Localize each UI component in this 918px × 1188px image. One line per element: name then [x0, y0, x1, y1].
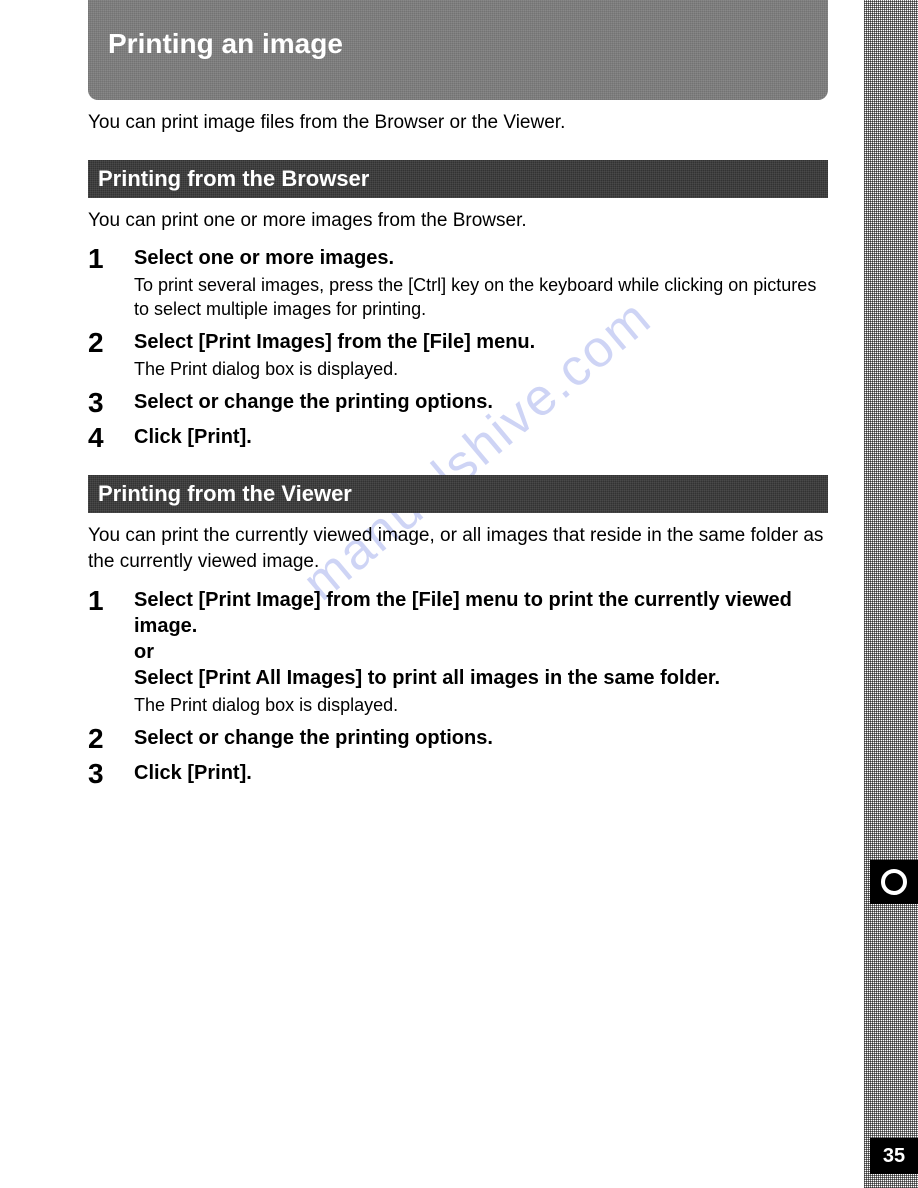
section-header: Printing from the Viewer: [88, 475, 828, 513]
step-number: 2: [88, 329, 134, 357]
step-title: Select or change the printing options.: [134, 725, 828, 751]
step-desc: To print several images, press the [Ctrl…: [134, 274, 828, 321]
section-viewer: Printing from the Viewer You can print t…: [88, 475, 828, 789]
step-title: Select one or more images.: [134, 245, 828, 271]
circle-icon: [881, 869, 907, 895]
step-number: 1: [88, 245, 134, 273]
main-title: Printing an image: [88, 0, 828, 100]
section-intro: You can print the currently viewed image…: [88, 523, 828, 574]
step-number: 1: [88, 587, 134, 615]
step-body: Click [Print].: [134, 760, 828, 789]
step-number: 4: [88, 424, 134, 452]
step-number: 2: [88, 725, 134, 753]
step-title: Select [Print Image] from the [File] men…: [134, 587, 828, 691]
step-body: Select [Print Image] from the [File] men…: [134, 587, 828, 719]
page-number: 35: [870, 1138, 918, 1174]
step: 4 Click [Print].: [88, 424, 828, 453]
side-strip: [864, 0, 918, 1188]
step: 3 Select or change the printing options.: [88, 389, 828, 418]
page-content: Printing an image You can print image fi…: [88, 0, 828, 811]
step: 1 Select [Print Image] from the [File] m…: [88, 587, 828, 719]
step-body: Select or change the printing options.: [134, 389, 828, 418]
step-title: Select or change the printing options.: [134, 389, 828, 415]
step-body: Select or change the printing options.: [134, 725, 828, 754]
intro-text: You can print image files from the Brows…: [88, 110, 828, 136]
step-body: Click [Print].: [134, 424, 828, 453]
step-number: 3: [88, 760, 134, 788]
side-tab-marker: [870, 860, 918, 904]
step: 2 Select or change the printing options.: [88, 725, 828, 754]
step-number: 3: [88, 389, 134, 417]
step-desc: The Print dialog box is displayed.: [134, 358, 828, 381]
step-title: Select [Print Images] from the [File] me…: [134, 329, 828, 355]
step-title: Click [Print].: [134, 760, 828, 786]
step: 3 Click [Print].: [88, 760, 828, 789]
step: 2 Select [Print Images] from the [File] …: [88, 329, 828, 383]
step: 1 Select one or more images. To print se…: [88, 245, 828, 323]
step-body: Select one or more images. To print seve…: [134, 245, 828, 323]
section-browser: Printing from the Browser You can print …: [88, 160, 828, 454]
step-desc: The Print dialog box is displayed.: [134, 694, 828, 717]
section-header: Printing from the Browser: [88, 160, 828, 198]
section-intro: You can print one or more images from th…: [88, 208, 828, 234]
step-title: Click [Print].: [134, 424, 828, 450]
step-body: Select [Print Images] from the [File] me…: [134, 329, 828, 383]
